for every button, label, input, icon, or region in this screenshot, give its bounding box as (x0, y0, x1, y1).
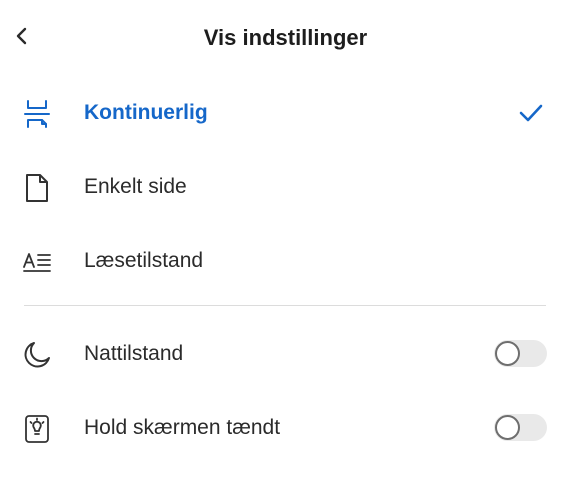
toggle-knob (495, 415, 520, 440)
night-mode-toggle[interactable] (494, 340, 547, 367)
divider (24, 305, 546, 306)
view-option-single-page[interactable]: Enkelt side (0, 159, 571, 215)
checkmark-icon (519, 104, 543, 122)
continuous-scroll-icon (22, 99, 52, 129)
page-title: Vis indstillinger (203, 25, 368, 50)
setting-label: Hold skærmen tændt (84, 416, 281, 439)
header: Vis indstillinger (0, 0, 571, 76)
setting-night-mode: Nattilstand (0, 326, 571, 382)
view-option-reading-mode[interactable]: Læsetilstand (0, 233, 571, 289)
view-option-label: Læsetilstand (84, 249, 204, 272)
single-page-icon (22, 173, 52, 203)
toggle-knob (495, 341, 520, 366)
moon-icon (22, 340, 52, 370)
view-option-label: Kontinuerlig (84, 101, 208, 124)
setting-keep-screen-on: Hold skærmen tændt (0, 400, 571, 456)
screen-lightbulb-icon (22, 414, 52, 444)
view-option-continuous[interactable]: Kontinuerlig (0, 85, 571, 141)
setting-label: Nattilstand (84, 342, 184, 365)
view-option-label: Enkelt side (84, 175, 187, 198)
keep-screen-on-toggle[interactable] (494, 414, 547, 441)
reading-mode-icon (22, 247, 52, 277)
